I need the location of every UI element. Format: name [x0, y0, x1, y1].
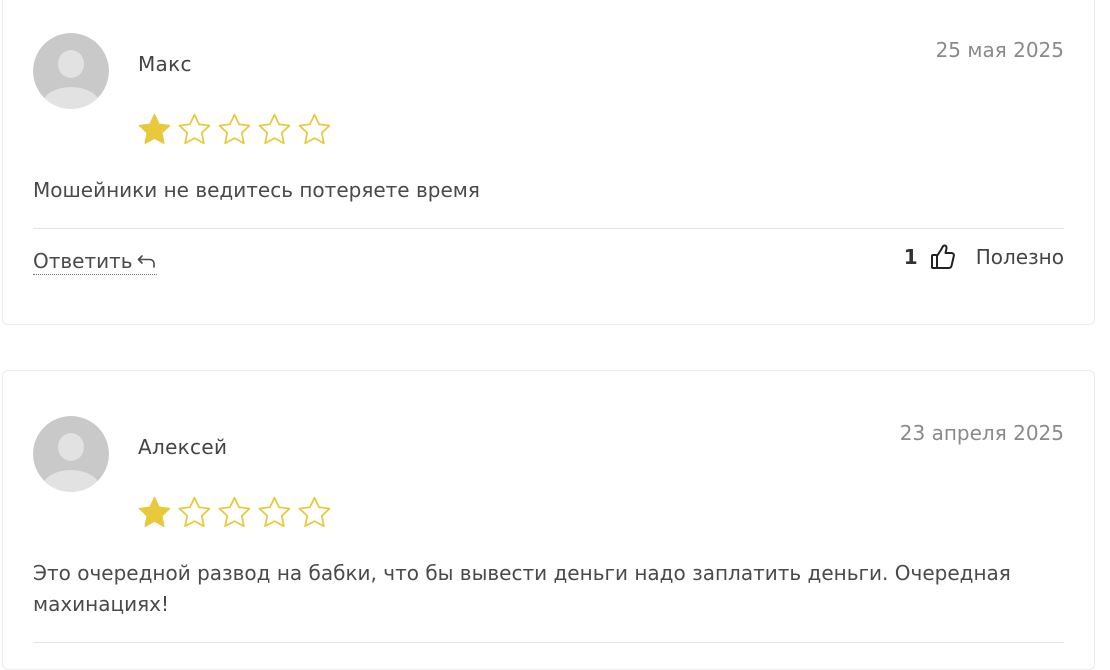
divider	[33, 228, 1064, 229]
review-card: Макс 25 мая 2025 Мошейники не ведитесь п…	[2, 0, 1095, 325]
reply-label: Ответить	[33, 249, 133, 273]
star-empty-icon	[258, 113, 291, 145]
star-empty-icon	[218, 496, 251, 528]
review-card: Алексей 23 апреля 2025 Это очередной раз…	[2, 370, 1095, 670]
avatar-icon	[33, 33, 109, 109]
reply-button[interactable]: Ответить	[33, 249, 157, 275]
like-count: 1	[903, 245, 918, 269]
avatar-icon	[33, 416, 109, 492]
star-empty-icon	[298, 113, 331, 145]
review-date: 23 апреля 2025	[899, 421, 1064, 445]
review-author: Алексей	[138, 435, 228, 459]
star-empty-icon	[178, 496, 211, 528]
divider	[33, 642, 1064, 643]
review-author: Макс	[138, 52, 192, 76]
reply-arrow-icon	[137, 255, 155, 268]
thumbs-up-icon[interactable]	[930, 243, 956, 271]
star-empty-icon	[178, 113, 211, 145]
star-empty-icon	[298, 496, 331, 528]
star-rating	[137, 112, 332, 147]
review-text: Мошейники не ведитесь потеряете время	[33, 178, 480, 202]
star-filled-icon	[138, 496, 171, 527]
star-empty-icon	[218, 113, 251, 145]
star-empty-icon	[258, 496, 291, 528]
star-rating	[137, 495, 332, 530]
helpful-button[interactable]: Полезно	[976, 245, 1064, 269]
star-filled-icon	[138, 113, 171, 144]
review-date: 25 мая 2025	[935, 38, 1064, 62]
review-text: Это очередной развод на бабки, что бы вы…	[33, 561, 1011, 616]
helpful-section: 1 Полезно	[904, 243, 1064, 271]
